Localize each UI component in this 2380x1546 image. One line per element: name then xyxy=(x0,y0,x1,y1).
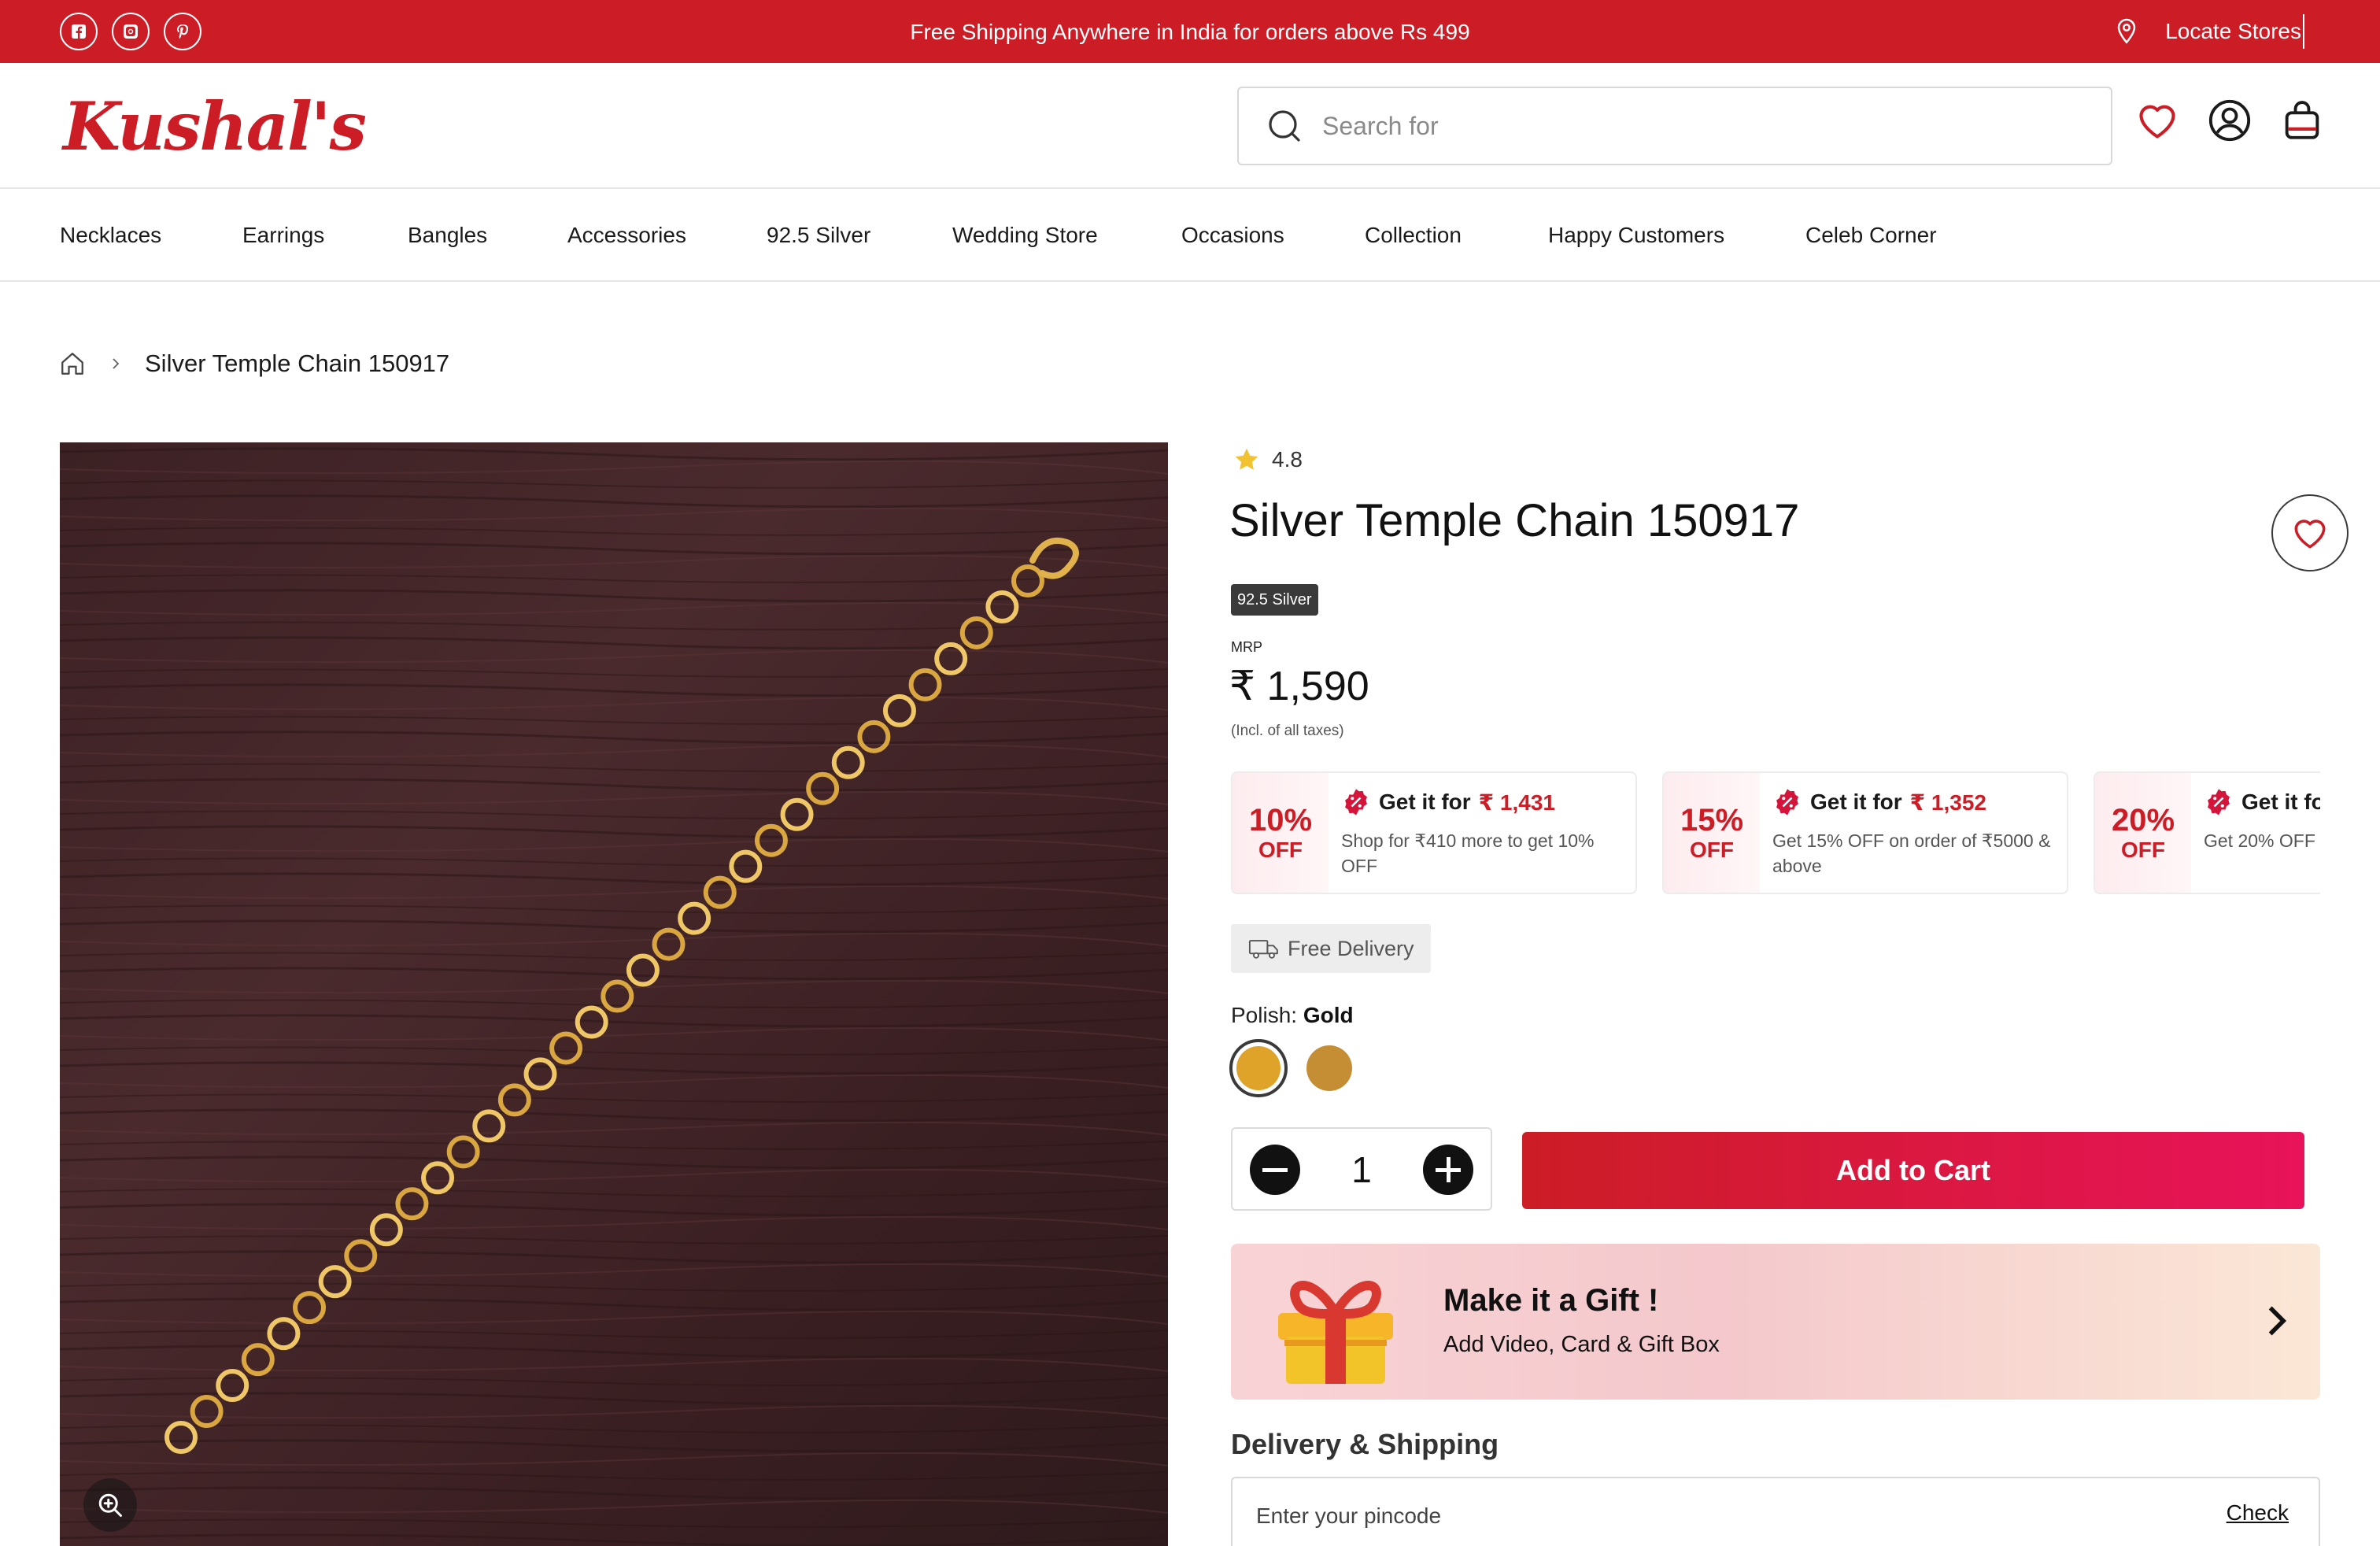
nav-item-bangles[interactable]: Bangles xyxy=(408,190,487,280)
breadcrumb-current: Silver Temple Chain 150917 xyxy=(145,350,450,377)
polish-selector-label: Polish: Gold xyxy=(1231,1003,1354,1028)
check-pincode-button[interactable]: Check xyxy=(2227,1500,2289,1526)
brand-logo[interactable]: Kushal's xyxy=(63,91,367,162)
offer-description: Shop for ₹410 more to get 10% OFF xyxy=(1341,830,1595,876)
offer-head-text: Get it for xyxy=(1810,790,1902,814)
search-icon xyxy=(1269,110,1300,142)
nav-item-accessories[interactable]: Accessories xyxy=(567,190,686,280)
free-delivery-label: Free Delivery xyxy=(1288,936,1414,960)
top-announcement-bar: Free Shipping Anywhere in India for orde… xyxy=(0,0,2380,63)
header-icons xyxy=(2134,98,2325,143)
discount-badge-icon xyxy=(2208,789,2230,816)
tax-note: (Incl. of all taxes) xyxy=(1231,723,1344,739)
nav-item-wedding-store[interactable]: Wedding Store xyxy=(952,190,1098,280)
offer-amount: ₹ 1,352 xyxy=(1909,790,1987,815)
offer-head-text: Get it for xyxy=(1379,790,1471,814)
cart-bag-icon[interactable] xyxy=(2279,98,2325,143)
chevron-right-icon xyxy=(2268,1306,2287,1336)
polish-swatch-antique-gold[interactable] xyxy=(1306,1045,1352,1091)
offer-off-label: OFF xyxy=(1258,838,1303,862)
delivery-shipping-heading: Delivery & Shipping xyxy=(1231,1428,1499,1460)
polish-label: Polish: xyxy=(1231,1003,1298,1027)
offer-percent: 10% xyxy=(1248,803,1313,838)
offer-percent-badge: 20% OFF xyxy=(2095,773,2191,893)
site-header: Kushal's xyxy=(0,63,2380,189)
offers-carousel[interactable]: 10% OFF Get it for ₹ 1,431 Shop for ₹410… xyxy=(1231,771,2320,894)
home-icon[interactable] xyxy=(58,350,87,378)
pincode-check-field: Check xyxy=(1231,1477,2320,1546)
nav-item-earrings[interactable]: Earrings xyxy=(242,190,324,280)
offer-headline: Get it fo xyxy=(2204,787,2320,817)
discount-badge-icon xyxy=(1776,789,1798,816)
add-to-wishlist-button[interactable] xyxy=(2271,494,2349,571)
nav-item-925-silver[interactable]: 92.5 Silver xyxy=(767,190,870,280)
nav-item-occasions[interactable]: Occasions xyxy=(1181,190,1284,280)
polish-swatch-gold-selected[interactable] xyxy=(1229,1039,1288,1097)
rating-value: 4.8 xyxy=(1272,447,1303,472)
offer-head-text: Get it fo xyxy=(2241,790,2320,814)
offer-card[interactable]: 20% OFF Get it fo Get 20% OFF & above xyxy=(2094,771,2320,894)
nav-item-celeb-corner[interactable]: Celeb Corner xyxy=(1805,190,1937,280)
offer-card[interactable]: 10% OFF Get it for ₹ 1,431 Shop for ₹410… xyxy=(1231,771,1637,894)
add-to-cart-button[interactable]: Add to Cart xyxy=(1522,1132,2304,1209)
offer-percent-badge: 10% OFF xyxy=(1232,773,1329,893)
offer-percent: 15% xyxy=(1680,803,1744,838)
gift-subtitle: Add Video, Card & Gift Box xyxy=(1443,1332,1720,1357)
chevron-right-icon xyxy=(113,358,120,369)
topbar-divider xyxy=(2303,14,2304,49)
search-input[interactable] xyxy=(1322,111,2031,141)
shipping-message: Free Shipping Anywhere in India for orde… xyxy=(910,20,1470,44)
account-user-icon[interactable] xyxy=(2207,98,2252,143)
product-rating: 4.8 xyxy=(1232,446,1303,474)
star-icon xyxy=(1235,448,1258,470)
offer-off-label: OFF xyxy=(1690,838,1734,862)
product-image[interactable] xyxy=(60,442,1168,1546)
swatch-fill xyxy=(1236,1046,1281,1090)
heart-icon xyxy=(2294,520,2326,549)
offer-percent-badge: 15% OFF xyxy=(1664,773,1760,893)
pincode-input[interactable] xyxy=(1256,1478,2122,1546)
offer-description: Get 20% OFF & above xyxy=(2204,830,2320,851)
product-title: Silver Temple Chain 150917 xyxy=(1229,495,1800,546)
gift-box-icon xyxy=(1278,1281,1393,1384)
zoom-in-icon[interactable] xyxy=(83,1478,137,1532)
mrp-label: MRP xyxy=(1231,639,1262,655)
material-tag: 92.5 Silver xyxy=(1231,584,1318,616)
make-it-a-gift-banner[interactable]: Make it a Gift ! Add Video, Card & Gift … xyxy=(1231,1244,2320,1400)
offer-off-label: OFF xyxy=(2121,838,2165,862)
polish-value: Gold xyxy=(1303,1003,1354,1027)
discount-badge-icon xyxy=(1345,789,1367,816)
nav-item-happy-customers[interactable]: Happy Customers xyxy=(1548,190,1724,280)
increase-quantity-button[interactable] xyxy=(1423,1145,1473,1195)
offer-amount: ₹ 1,431 xyxy=(1478,790,1556,815)
offer-percent: 20% xyxy=(2111,803,2175,838)
decrease-quantity-button[interactable] xyxy=(1250,1145,1300,1195)
offer-headline: Get it for ₹ 1,431 xyxy=(1341,787,1555,817)
nav-item-necklaces[interactable]: Necklaces xyxy=(60,190,161,280)
location-pin-icon xyxy=(2117,18,2136,44)
gift-title: Make it a Gift ! xyxy=(1443,1283,1659,1318)
main-navigation: Necklaces Earrings Bangles Accessories 9… xyxy=(0,190,2380,282)
nav-item-collection[interactable]: Collection xyxy=(1365,190,1462,280)
product-price: ₹ 1,590 xyxy=(1229,664,1369,709)
free-delivery-badge: Free Delivery xyxy=(1231,924,1431,973)
offer-description: Get 15% OFF on order of ₹5000 & above xyxy=(1772,830,2051,876)
search-bar[interactable] xyxy=(1237,87,2112,165)
offer-card[interactable]: 15% OFF Get it for ₹ 1,352 Get 15% OFF o… xyxy=(1662,771,2068,894)
wishlist-heart-icon[interactable] xyxy=(2134,98,2180,143)
quantity-stepper: 1 xyxy=(1231,1127,1492,1211)
delivery-truck-icon xyxy=(1248,940,1278,959)
locate-stores-link[interactable]: Locate Stores xyxy=(2115,0,2301,63)
offer-headline: Get it for ₹ 1,352 xyxy=(1772,787,1986,817)
breadcrumb: Silver Temple Chain 150917 xyxy=(58,350,449,378)
locate-stores-label: Locate Stores xyxy=(2165,19,2301,43)
